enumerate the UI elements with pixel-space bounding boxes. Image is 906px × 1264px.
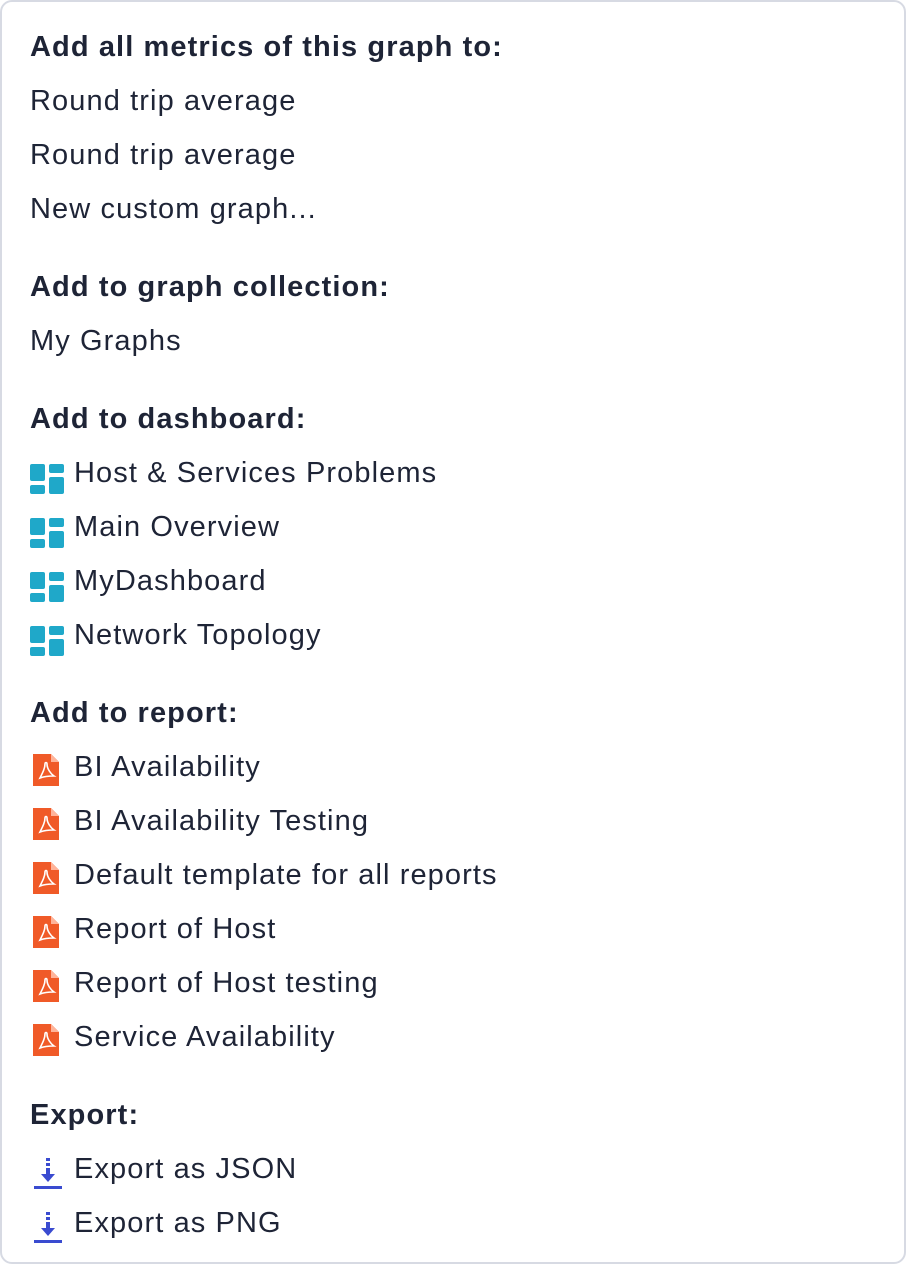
menu-item-graph-round-trip-average-1[interactable]: Round trip average bbox=[30, 78, 884, 132]
menu-item-report-of-host[interactable]: Report of Host bbox=[30, 906, 884, 960]
menu-item-report-of-host-testing[interactable]: Report of Host testing bbox=[30, 960, 884, 1014]
dashboard-icon bbox=[30, 558, 74, 604]
menu-item-report-bi-availability-testing[interactable]: BI Availability Testing bbox=[30, 798, 884, 852]
menu-item-label: BI Availability Testing bbox=[74, 805, 370, 837]
menu-item-label: Report of Host testing bbox=[74, 967, 379, 999]
section-report: Add to report: BI Availability BI Availa… bbox=[30, 690, 884, 1068]
section-dashboard: Add to dashboard: Host & Services Proble… bbox=[30, 396, 884, 666]
section-heading-collection: Add to graph collection: bbox=[30, 271, 390, 303]
pdf-icon bbox=[30, 906, 74, 952]
menu-item-new-custom-graph[interactable]: New custom graph... bbox=[30, 186, 884, 240]
pdf-icon bbox=[30, 744, 74, 790]
menu-item-label: New custom graph... bbox=[30, 193, 317, 225]
menu-item-label: Report of Host bbox=[74, 913, 277, 945]
menu-item-label: Round trip average bbox=[30, 139, 297, 171]
menu-item-my-graphs[interactable]: My Graphs bbox=[30, 318, 884, 372]
menu-item-dashboard-mydashboard[interactable]: MyDashboard bbox=[30, 558, 884, 612]
menu-item-label: Main Overview bbox=[74, 511, 281, 543]
section-heading-report: Add to report: bbox=[30, 697, 239, 729]
menu-item-label: Service Availability bbox=[74, 1021, 336, 1053]
menu-item-label: BI Availability bbox=[74, 751, 261, 783]
menu-item-label: MyDashboard bbox=[74, 565, 267, 597]
pdf-icon bbox=[30, 852, 74, 898]
menu-item-dashboard-main-overview[interactable]: Main Overview bbox=[30, 504, 884, 558]
dashboard-icon bbox=[30, 450, 74, 496]
graph-context-menu: Add all metrics of this graph to: Round … bbox=[0, 0, 906, 1264]
menu-item-label: Export as PNG bbox=[74, 1207, 282, 1239]
menu-item-label: Default template for all reports bbox=[74, 859, 498, 891]
download-icon bbox=[30, 1200, 74, 1246]
pdf-icon bbox=[30, 960, 74, 1006]
menu-item-export-json[interactable]: Export as JSON bbox=[30, 1146, 884, 1200]
menu-item-report-bi-availability[interactable]: BI Availability bbox=[30, 744, 884, 798]
menu-item-report-service-availability[interactable]: Service Availability bbox=[30, 1014, 884, 1068]
dashboard-icon bbox=[30, 612, 74, 658]
section-metrics: Add all metrics of this graph to: Round … bbox=[30, 24, 884, 240]
section-heading-export: Export: bbox=[30, 1099, 140, 1131]
section-collection: Add to graph collection: My Graphs bbox=[30, 264, 884, 372]
dashboard-icon bbox=[30, 504, 74, 550]
menu-item-label: My Graphs bbox=[30, 325, 182, 357]
menu-item-export-png[interactable]: Export as PNG bbox=[30, 1200, 884, 1254]
pdf-icon bbox=[30, 1014, 74, 1060]
menu-item-label: Export as JSON bbox=[74, 1153, 298, 1185]
download-icon bbox=[30, 1146, 74, 1192]
menu-item-label: Round trip average bbox=[30, 85, 297, 117]
menu-content: Add all metrics of this graph to: Round … bbox=[30, 24, 884, 1254]
section-export: Export: Export as JSON Export as PNG bbox=[30, 1092, 884, 1254]
menu-item-label: Network Topology bbox=[74, 619, 322, 651]
menu-item-graph-round-trip-average-2[interactable]: Round trip average bbox=[30, 132, 884, 186]
menu-item-dashboard-network-topology[interactable]: Network Topology bbox=[30, 612, 884, 666]
section-heading-metrics: Add all metrics of this graph to: bbox=[30, 31, 503, 63]
menu-item-dashboard-host-services-problems[interactable]: Host & Services Problems bbox=[30, 450, 884, 504]
pdf-icon bbox=[30, 798, 74, 844]
section-heading-dashboard: Add to dashboard: bbox=[30, 403, 307, 435]
menu-item-label: Host & Services Problems bbox=[74, 457, 438, 489]
menu-item-report-default-template[interactable]: Default template for all reports bbox=[30, 852, 884, 906]
